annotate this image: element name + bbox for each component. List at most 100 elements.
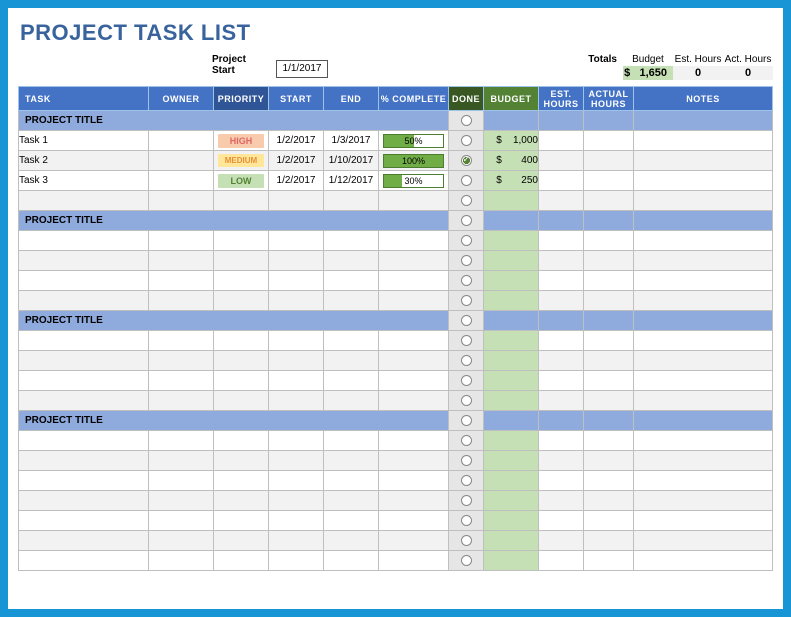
- cell[interactable]: [19, 551, 149, 571]
- cell[interactable]: [584, 451, 634, 471]
- owner-cell[interactable]: [149, 151, 214, 171]
- radio-icon[interactable]: [461, 315, 472, 326]
- cell[interactable]: [214, 231, 269, 251]
- cell[interactable]: [149, 551, 214, 571]
- cell[interactable]: [19, 371, 149, 391]
- done-cell[interactable]: [449, 531, 484, 551]
- done-cell[interactable]: [449, 131, 484, 151]
- cell[interactable]: [324, 251, 379, 271]
- cell[interactable]: [214, 331, 269, 351]
- done-cell[interactable]: [449, 371, 484, 391]
- cell[interactable]: [324, 551, 379, 571]
- done-cell[interactable]: [449, 211, 484, 231]
- done-cell[interactable]: [449, 351, 484, 371]
- cell[interactable]: [19, 471, 149, 491]
- budget-cell[interactable]: [484, 271, 539, 291]
- act-cell[interactable]: [584, 111, 634, 131]
- cell[interactable]: [149, 271, 214, 291]
- budget-cell[interactable]: [484, 551, 539, 571]
- budget-cell[interactable]: [484, 231, 539, 251]
- radio-icon[interactable]: [461, 195, 472, 206]
- cell[interactable]: [324, 451, 379, 471]
- radio-icon[interactable]: [461, 175, 472, 186]
- cell[interactable]: [539, 191, 584, 211]
- cell[interactable]: [269, 291, 324, 311]
- cell[interactable]: [379, 251, 449, 271]
- radio-icon[interactable]: [461, 455, 472, 466]
- cell[interactable]: [539, 511, 584, 531]
- cell[interactable]: [634, 351, 773, 371]
- cell[interactable]: [539, 231, 584, 251]
- cell[interactable]: [379, 491, 449, 511]
- budget-cell[interactable]: [484, 431, 539, 451]
- budget-cell[interactable]: [484, 251, 539, 271]
- done-cell[interactable]: [449, 511, 484, 531]
- done-cell[interactable]: [449, 111, 484, 131]
- cell[interactable]: [584, 471, 634, 491]
- cell[interactable]: [149, 231, 214, 251]
- cell[interactable]: [584, 371, 634, 391]
- cell[interactable]: [149, 291, 214, 311]
- task-name[interactable]: Task 3: [19, 171, 149, 191]
- notes-cell[interactable]: [634, 311, 773, 331]
- cell[interactable]: [634, 451, 773, 471]
- cell[interactable]: [324, 531, 379, 551]
- cell[interactable]: [269, 511, 324, 531]
- budget-cell[interactable]: [484, 471, 539, 491]
- cell[interactable]: [324, 511, 379, 531]
- cell[interactable]: [214, 471, 269, 491]
- cell[interactable]: [379, 391, 449, 411]
- cell[interactable]: [214, 491, 269, 511]
- cell[interactable]: [539, 491, 584, 511]
- cell[interactable]: [634, 551, 773, 571]
- budget-cell[interactable]: [484, 531, 539, 551]
- cell[interactable]: [584, 491, 634, 511]
- cell[interactable]: [269, 491, 324, 511]
- done-cell[interactable]: [449, 551, 484, 571]
- done-cell[interactable]: [449, 151, 484, 171]
- cell[interactable]: [324, 291, 379, 311]
- cell[interactable]: [539, 351, 584, 371]
- cell[interactable]: [634, 431, 773, 451]
- act-cell[interactable]: [584, 411, 634, 431]
- cell[interactable]: [634, 531, 773, 551]
- cell[interactable]: [214, 451, 269, 471]
- cell[interactable]: [214, 391, 269, 411]
- cell[interactable]: [634, 331, 773, 351]
- cell[interactable]: [539, 331, 584, 351]
- task-name[interactable]: Task 1: [19, 131, 149, 151]
- cell[interactable]: [269, 431, 324, 451]
- done-cell[interactable]: [449, 311, 484, 331]
- budget-cell[interactable]: [484, 291, 539, 311]
- done-cell[interactable]: [449, 491, 484, 511]
- progress-cell[interactable]: 100%: [379, 151, 449, 171]
- cell[interactable]: [19, 331, 149, 351]
- cell[interactable]: [379, 191, 449, 211]
- cell[interactable]: [379, 331, 449, 351]
- cell[interactable]: [214, 351, 269, 371]
- progress-cell[interactable]: 50%: [379, 131, 449, 151]
- priority-cell[interactable]: MEDIUM: [214, 151, 269, 171]
- cell[interactable]: [269, 551, 324, 571]
- cell[interactable]: [584, 431, 634, 451]
- act-cell[interactable]: [584, 311, 634, 331]
- cell[interactable]: [214, 371, 269, 391]
- budget-cell[interactable]: $ 400: [484, 151, 539, 171]
- cell[interactable]: [379, 511, 449, 531]
- cell[interactable]: [149, 351, 214, 371]
- notes-cell[interactable]: [634, 411, 773, 431]
- owner-cell[interactable]: [149, 171, 214, 191]
- done-cell[interactable]: [449, 331, 484, 351]
- end-cell[interactable]: 1/12/2017: [324, 171, 379, 191]
- cell[interactable]: [539, 391, 584, 411]
- cell[interactable]: [214, 431, 269, 451]
- cell[interactable]: [19, 511, 149, 531]
- priority-cell[interactable]: LOW: [214, 171, 269, 191]
- cell[interactable]: [539, 551, 584, 571]
- est-cell[interactable]: [539, 411, 584, 431]
- done-cell[interactable]: [449, 411, 484, 431]
- cell[interactable]: [269, 351, 324, 371]
- cell[interactable]: [634, 371, 773, 391]
- cell[interactable]: [584, 551, 634, 571]
- cell[interactable]: [539, 251, 584, 271]
